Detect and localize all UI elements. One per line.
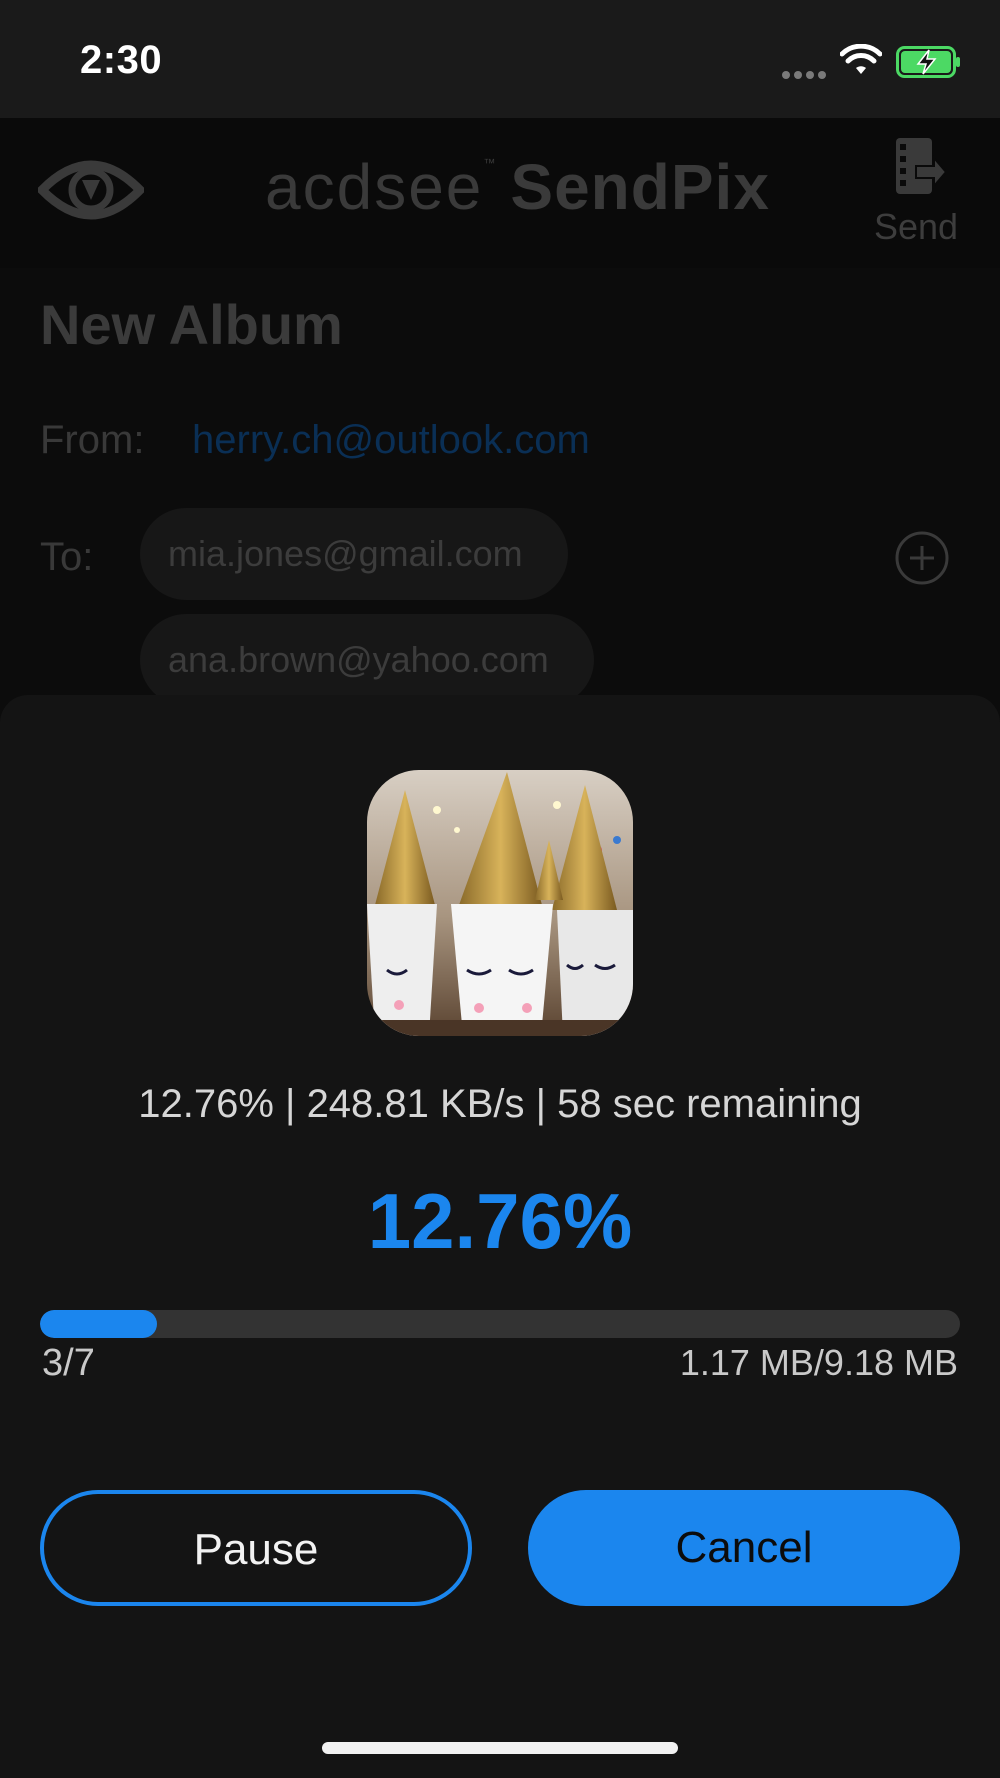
upload-progress-bar xyxy=(40,1310,960,1338)
cancel-button[interactable]: Cancel xyxy=(528,1490,960,1606)
battery-charging-icon xyxy=(896,46,960,78)
wifi-icon xyxy=(840,44,882,74)
upload-progress-fill xyxy=(40,1310,158,1338)
upload-stats-text: 12.76% | 248.81 KB/s | 58 sec remaining xyxy=(138,1082,862,1126)
to-label: To: xyxy=(40,535,94,579)
brand-trademark: ™ xyxy=(483,156,497,170)
cellular-signal-icon xyxy=(782,66,832,79)
from-email[interactable]: herry.ch@outlook.com xyxy=(192,418,590,463)
pause-button[interactable]: Pause xyxy=(40,1490,472,1606)
home-indicator xyxy=(322,1742,678,1754)
status-bar: 2:30 xyxy=(0,0,1000,118)
album-title: New Album xyxy=(40,293,343,356)
send-label: Send xyxy=(873,206,959,247)
brand-logo: acdsee™ SendPix xyxy=(265,150,770,224)
brand-acdsee: acdsee xyxy=(265,151,484,223)
send-button[interactable]: Send xyxy=(866,136,966,247)
acdsee-logo-icon[interactable] xyxy=(38,150,144,230)
send-film-icon xyxy=(896,138,946,194)
recipient-chip[interactable]: mia.jones@gmail.com xyxy=(140,508,568,600)
from-label: From: xyxy=(40,418,145,462)
upload-size: 1.17 MB/9.18 MB xyxy=(679,1342,958,1383)
photo-thumbnail xyxy=(367,770,633,1036)
upload-percent: 12.76% xyxy=(367,1177,633,1265)
add-recipient-icon[interactable] xyxy=(894,530,950,586)
recipient-chip[interactable]: ana.brown@yahoo.com xyxy=(140,614,594,706)
status-time: 2:30 xyxy=(80,38,163,82)
brand-sendpix: SendPix xyxy=(510,151,770,223)
file-count: 3/7 xyxy=(42,1342,95,1384)
